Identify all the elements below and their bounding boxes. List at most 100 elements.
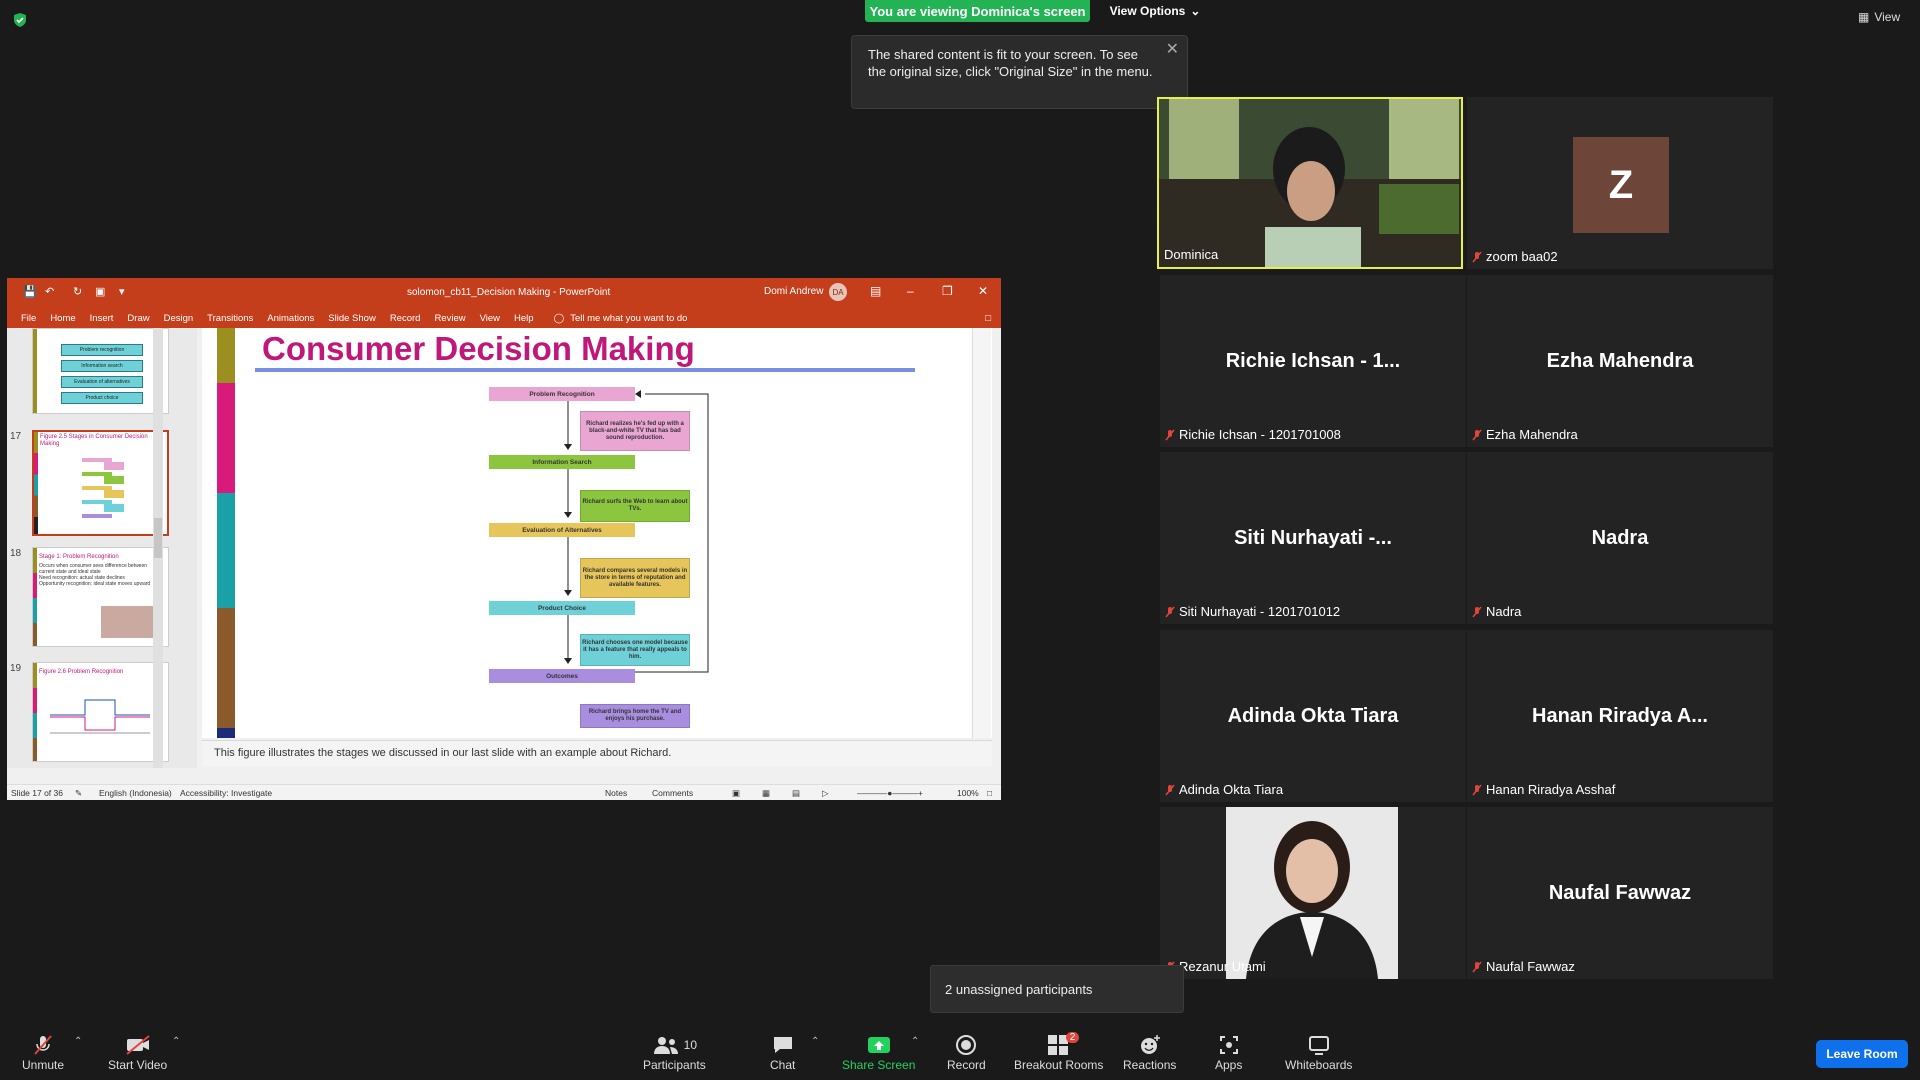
- restore-icon[interactable]: ❐: [942, 284, 953, 298]
- shared-powerpoint-window: 💾 ↶ ↻ ▣ ▾ solomon_cb11_Decision Making -…: [7, 278, 1001, 800]
- participant-name: Siti Nurhayati - 1201701012: [1165, 604, 1340, 619]
- view-options-label: View Options: [1109, 4, 1186, 18]
- minimize-icon[interactable]: –: [907, 284, 914, 298]
- participant-tile[interactable]: Naufal Fawwaz Naufal Fawwaz: [1467, 807, 1773, 979]
- menu-file[interactable]: File: [21, 313, 36, 324]
- menu-animations[interactable]: Animations: [267, 313, 314, 324]
- notes-button[interactable]: Notes: [605, 788, 627, 798]
- slide-number: 17: [10, 431, 22, 442]
- comments-icon[interactable]: □: [985, 313, 991, 324]
- example-note: Richard realizes he's fed up with a blac…: [580, 411, 690, 451]
- menu-insert[interactable]: Insert: [90, 313, 114, 324]
- start-video-label: Start Video: [108, 1058, 168, 1072]
- menu-slide-show[interactable]: Slide Show: [328, 313, 376, 324]
- slide-thumbnail-18[interactable]: Stage 1: Problem Recognition Occurs when…: [32, 547, 169, 647]
- participant-tile-rezanur-utami[interactable]: Rezanur Utami: [1160, 807, 1466, 979]
- redo-icon[interactable]: ↻: [73, 285, 82, 298]
- menu-review[interactable]: Review: [434, 313, 465, 324]
- close-window-icon[interactable]: ✕: [978, 284, 988, 298]
- ppt-title-bar: 💾 ↶ ↻ ▣ ▾ solomon_cb11_Decision Making -…: [7, 278, 1001, 308]
- view-button[interactable]: ▦ View: [1858, 10, 1900, 24]
- share-options-caret-icon[interactable]: ⌃: [911, 1036, 919, 1047]
- slideshow-icon[interactable]: ▷: [822, 788, 829, 799]
- mic-muted-icon: [1472, 961, 1482, 972]
- chat-button[interactable]: Chat: [770, 1032, 795, 1072]
- tell-me-search[interactable]: Tell me what you want to do: [570, 313, 687, 324]
- mic-muted-icon: [1165, 429, 1175, 440]
- slide-thumbnail-pane[interactable]: Problem recognition Information search E…: [7, 328, 197, 768]
- participant-name: Hanan Riradya Asshaf: [1472, 782, 1615, 797]
- apps-button[interactable]: Apps: [1215, 1032, 1242, 1072]
- participant-name: Naufal Fawwaz: [1472, 959, 1575, 974]
- accessibility-status[interactable]: Accessibility: Investigate: [180, 788, 272, 798]
- slide-thumbnail-19[interactable]: Figure 2.6 Problem Recognition: [32, 662, 169, 762]
- record-button[interactable]: Record: [947, 1032, 986, 1072]
- menu-help[interactable]: Help: [514, 313, 534, 324]
- participant-display-name: Hanan Riradya A...: [1532, 704, 1708, 727]
- slide-thumbnail-16[interactable]: Problem recognition Information search E…: [32, 328, 169, 414]
- close-icon[interactable]: ✕: [1166, 41, 1179, 58]
- participant-tile[interactable]: Adinda Okta Tiara Adinda Okta Tiara: [1160, 630, 1466, 802]
- whiteboards-label: Whiteboards: [1285, 1058, 1353, 1072]
- comments-button[interactable]: Comments: [652, 788, 693, 798]
- video-feed: [1159, 99, 1461, 267]
- language-status[interactable]: English (Indonesia): [99, 788, 172, 798]
- menu-transitions[interactable]: Transitions: [207, 313, 253, 324]
- fit-slide-icon[interactable]: □: [987, 788, 992, 798]
- record-label: Record: [947, 1058, 986, 1072]
- stage-problem-recognition: Problem Recognition: [489, 387, 635, 401]
- participant-tile[interactable]: Hanan Riradya A... Hanan Riradya Asshaf: [1467, 630, 1773, 802]
- slide-canvas[interactable]: Consumer Decision Making Problem Recogni…: [202, 328, 992, 738]
- participants-button[interactable]: 10 Participants: [643, 1032, 706, 1072]
- start-video-button[interactable]: Start Video: [108, 1032, 167, 1072]
- participant-display-name: Ezha Mahendra: [1546, 349, 1694, 372]
- leave-room-button[interactable]: Leave Room: [1816, 1040, 1908, 1068]
- spellcheck-icon[interactable]: ✎: [75, 788, 82, 799]
- participant-tile-zoom-baa02[interactable]: Z zoom baa02: [1467, 97, 1773, 269]
- zoom-level[interactable]: 100%: [957, 788, 979, 798]
- participant-tile-dominica[interactable]: Dominica: [1157, 97, 1463, 269]
- menu-view[interactable]: View: [480, 313, 500, 324]
- menu-record[interactable]: Record: [390, 313, 421, 324]
- chat-options-caret-icon[interactable]: ⌃: [811, 1036, 819, 1047]
- view-options-button[interactable]: View Options ⌄: [1100, 0, 1210, 22]
- participant-tile[interactable]: Nadra Nadra: [1467, 452, 1773, 624]
- meeting-toolbar: Unmute ⌃ Start Video ⌃ 10 Participants C…: [0, 1022, 1920, 1080]
- zoom-slider[interactable]: –———●———+: [857, 788, 923, 798]
- avatar[interactable]: DA: [829, 283, 847, 301]
- slide-sorter-icon[interactable]: ▦: [762, 788, 770, 799]
- reactions-button[interactable]: Reactions: [1123, 1032, 1176, 1072]
- save-icon[interactable]: 💾: [23, 285, 37, 298]
- participant-tile[interactable]: Siti Nurhayati -... Siti Nurhayati - 120…: [1160, 452, 1466, 624]
- ppt-user-name[interactable]: Domi Andrew: [764, 286, 823, 297]
- slide-thumbnail-17[interactable]: Figure 2.5 Stages in Consumer Decision M…: [32, 430, 169, 536]
- share-screen-icon: [867, 1037, 890, 1053]
- audio-options-caret-icon[interactable]: ⌃: [74, 1036, 82, 1047]
- share-screen-button[interactable]: Share Screen: [842, 1032, 915, 1072]
- undo-icon[interactable]: ↶: [45, 285, 54, 298]
- menu-home[interactable]: Home: [50, 313, 75, 324]
- reading-view-icon[interactable]: ▤: [792, 788, 800, 799]
- menu-draw[interactable]: Draw: [127, 313, 149, 324]
- unassigned-participants-popup[interactable]: 2 unassigned participants: [930, 965, 1184, 1013]
- participant-tile[interactable]: Ezha Mahendra Ezha Mahendra: [1467, 275, 1773, 447]
- ribbon-display-icon[interactable]: ▤: [870, 284, 881, 298]
- participant-name: Dominica: [1164, 247, 1219, 262]
- unmute-button[interactable]: Unmute: [22, 1032, 64, 1072]
- participant-tile[interactable]: Richie Ichsan - 1... Richie Ichsan - 120…: [1160, 275, 1466, 447]
- normal-view-icon[interactable]: ▣: [732, 788, 740, 799]
- grid-view-icon: ▦: [1858, 10, 1870, 24]
- thumbnail-scrollbar[interactable]: [153, 328, 163, 768]
- breakout-rooms-button[interactable]: 2 Breakout Rooms: [1014, 1032, 1103, 1072]
- speaker-notes[interactable]: This figure illustrates the stages we di…: [202, 740, 992, 766]
- menu-design[interactable]: Design: [164, 313, 194, 324]
- slide-scrollbar[interactable]: [972, 328, 991, 738]
- apps-icon: [1219, 1036, 1238, 1054]
- participants-label: Participants: [643, 1058, 706, 1072]
- customize-qat-icon[interactable]: ▾: [119, 285, 125, 298]
- whiteboards-button[interactable]: Whiteboards: [1285, 1032, 1352, 1072]
- mic-muted-icon: [34, 1035, 52, 1055]
- video-options-caret-icon[interactable]: ⌃: [172, 1036, 180, 1047]
- security-shield-icon[interactable]: [12, 12, 28, 28]
- present-icon[interactable]: ▣: [95, 285, 105, 298]
